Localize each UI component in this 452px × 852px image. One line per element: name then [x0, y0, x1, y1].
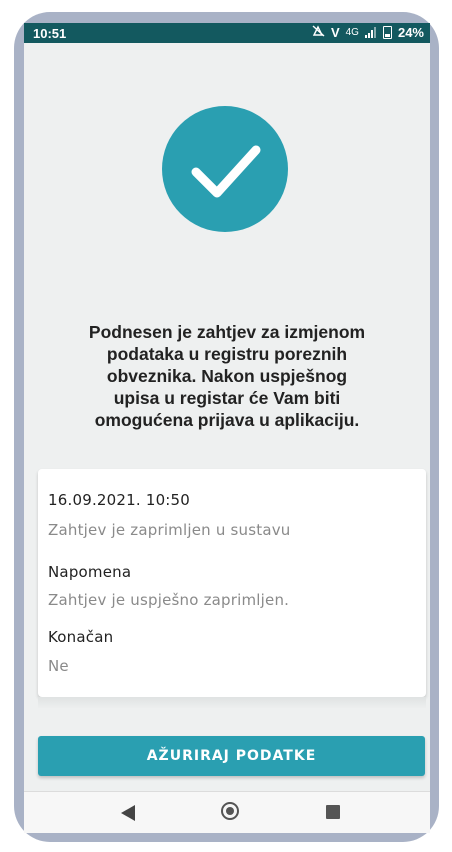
mute-icon	[312, 25, 325, 40]
update-data-button[interactable]: AŽURIRAJ PODATKE	[38, 736, 425, 776]
message-line: Podnesen je zahtjev za izmjenom	[88, 322, 366, 342]
status-time: 10:51	[33, 26, 67, 41]
navigation-bar	[24, 791, 430, 833]
request-status-card: 16.09.2021. 10:50 Zahtjev je zaprimljen …	[38, 469, 426, 697]
status-bar: 10:51 V 4G 24%	[24, 23, 430, 43]
message-line: omogućena prijava u aplikaciju.	[94, 410, 360, 430]
back-icon[interactable]	[121, 805, 135, 821]
message-line: podataka u registru poreznih	[106, 344, 348, 364]
final-label: Konačan	[48, 628, 114, 646]
success-check-icon	[162, 106, 288, 232]
signal-icon	[364, 27, 377, 38]
note-value: Zahtjev je uspješno zaprimljen.	[48, 591, 290, 609]
app-screen: 10:51 V 4G 24% Podnesen je zahtjev za iz…	[24, 23, 430, 833]
message-line: upisa u registar će Vam biti	[113, 388, 341, 408]
request-status: Zahtjev je zaprimljen u sustavu	[48, 521, 291, 539]
recents-icon[interactable]	[326, 805, 340, 819]
request-timestamp: 16.09.2021. 10:50	[48, 491, 191, 509]
card-divider	[38, 697, 426, 709]
battery-level: 24%	[397, 25, 424, 40]
battery-icon	[382, 26, 392, 39]
volte-icon: V	[330, 25, 340, 40]
message-line: obveznika. Nakon uspješnog	[106, 366, 348, 386]
note-label: Napomena	[48, 563, 132, 581]
status-icons: V 4G 24%	[312, 25, 424, 40]
confirmation-message: Podnesen je zahtjev za izmjenom podataka…	[54, 321, 400, 431]
final-value: Ne	[48, 657, 69, 675]
network-type: 4G	[345, 27, 359, 38]
home-icon[interactable]	[221, 802, 239, 820]
